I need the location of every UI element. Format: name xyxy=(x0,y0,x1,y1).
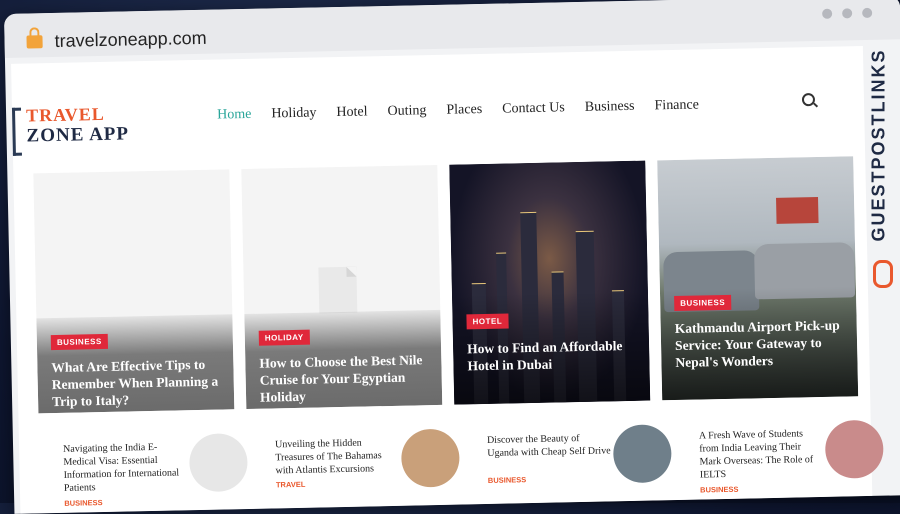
list-item-title[interactable]: Unveiling the Hidden Treasures of The Ba… xyxy=(275,436,401,478)
nav-item-places[interactable]: Places xyxy=(446,102,482,119)
list-item-thumbnail[interactable] xyxy=(400,428,460,488)
nav-item-finance[interactable]: Finance xyxy=(654,97,699,114)
featured-card[interactable]: HOTEL How to Find an Affordable Hotel in… xyxy=(449,160,651,405)
logo-line2: ZONE APP xyxy=(26,123,130,147)
card-title[interactable]: Kathmandu Airport Pick-up Service: Your … xyxy=(675,316,848,371)
window-controls xyxy=(822,7,873,19)
list-item-title[interactable]: Navigating the India E-Medical Visa: Ess… xyxy=(63,440,189,495)
list-item[interactable]: Unveiling the Hidden Treasures of The Ba… xyxy=(253,425,460,509)
nav-item-home[interactable]: Home xyxy=(217,107,252,124)
category-tag[interactable]: HOLIDAY xyxy=(258,329,310,346)
window-dot-icon[interactable] xyxy=(862,7,873,19)
list-item-category[interactable]: TRAVEL xyxy=(276,480,306,490)
list-item-category[interactable]: BUSINESS xyxy=(488,475,527,485)
card-title[interactable]: How to Find an Affordable Hotel in Dubai xyxy=(467,337,640,375)
watermark-text: GUESTPOSTLINKS xyxy=(868,48,889,242)
window-dot-icon[interactable] xyxy=(842,8,853,19)
main-nav: Home Holiday Hotel Outing Places Contact… xyxy=(217,97,699,123)
lock-icon xyxy=(26,35,43,49)
site-logo[interactable]: TRAVEL ZONE APP xyxy=(11,101,143,156)
window-dot-icon[interactable] xyxy=(822,8,833,19)
link-icon xyxy=(873,260,893,288)
article-list: Navigating the India E-Medical Visa: Ess… xyxy=(41,416,884,514)
nav-item-contact-us[interactable]: Contact Us xyxy=(502,100,565,117)
list-item-thumbnail[interactable] xyxy=(188,433,249,493)
list-item[interactable]: A Fresh Wave of Students from India Leav… xyxy=(677,416,884,500)
featured-card[interactable]: BUSINESS What Are Effective Tips to Reme… xyxy=(33,169,235,414)
list-item-title[interactable]: A Fresh Wave of Students from India Leav… xyxy=(699,427,825,482)
category-tag[interactable]: HOTEL xyxy=(466,313,509,330)
list-item-category[interactable]: BUSINESS xyxy=(700,485,739,495)
list-item[interactable]: Discover the Beauty of Uganda with Cheap… xyxy=(465,420,672,504)
watermark: GUESTPOSTLINKS xyxy=(866,40,900,288)
nav-item-hotel[interactable]: Hotel xyxy=(336,104,367,121)
list-item-title[interactable]: Discover the Beauty of Uganda with Cheap… xyxy=(487,431,613,460)
card-title[interactable]: What Are Effective Tips to Remember When… xyxy=(51,355,224,410)
featured-card[interactable]: BUSINESS Kathmandu Airport Pick-up Servi… xyxy=(657,156,859,401)
nav-item-holiday[interactable]: Holiday xyxy=(271,105,316,122)
list-item-thumbnail[interactable] xyxy=(824,419,884,479)
logo-bracket xyxy=(11,107,22,156)
search-icon[interactable] xyxy=(801,93,816,107)
featured-card[interactable]: HOLIDAY How to Choose the Best Nile Crui… xyxy=(241,164,443,410)
nav-item-outing[interactable]: Outing xyxy=(387,103,426,120)
placeholder-image-icon xyxy=(318,266,358,314)
list-item-thumbnail[interactable] xyxy=(612,424,672,484)
category-tag[interactable]: BUSINESS xyxy=(50,333,108,351)
featured-cards: BUSINESS What Are Effective Tips to Reme… xyxy=(33,156,859,414)
url-text[interactable]: travelzoneapp.com xyxy=(54,28,207,52)
browser-window: travelzoneapp.com TRAVEL ZONE APP Home H… xyxy=(4,0,900,514)
web-page: TRAVEL ZONE APP Home Holiday Hotel Outin… xyxy=(11,46,884,514)
card-title[interactable]: How to Choose the Best Nile Cruise for Y… xyxy=(259,351,432,406)
list-item[interactable]: Navigating the India E-Medical Visa: Ess… xyxy=(41,429,249,513)
category-tag[interactable]: BUSINESS xyxy=(674,294,732,312)
nav-item-business[interactable]: Business xyxy=(585,99,635,116)
